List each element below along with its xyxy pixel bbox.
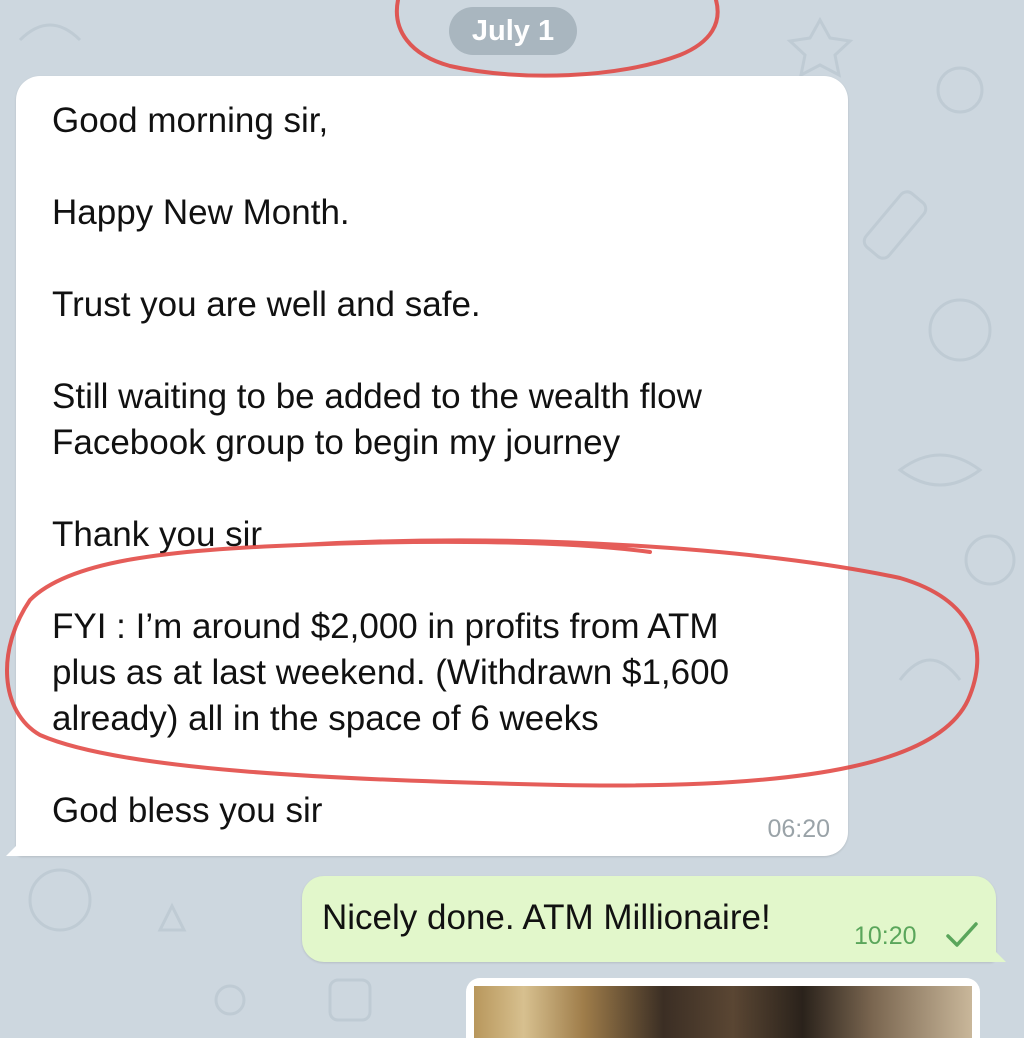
message-paragraph: FYI : I’m around $2,000 in profits from … — [52, 607, 730, 738]
photo-thumbnail[interactable] — [474, 986, 972, 1038]
outgoing-message-text: Nicely done. ATM Millionaire! — [322, 898, 771, 937]
photo-message[interactable] — [466, 978, 980, 1038]
message-timestamp: 06:20 — [767, 815, 830, 843]
bubble-tail — [990, 946, 1006, 962]
check-icon — [946, 922, 978, 947]
message-paragraph: God bless you sir — [52, 791, 323, 830]
bubble-tail — [6, 840, 22, 856]
message-paragraph: Still waiting to be added to the wealth … — [52, 377, 702, 462]
message-timestamp: 10:20 — [854, 922, 917, 950]
incoming-message-text: Good morning sir, Happy New Month. Trust… — [52, 98, 812, 834]
incoming-message-bubble[interactable]: Good morning sir, Happy New Month. Trust… — [6, 76, 848, 856]
message-paragraph: Trust you are well and safe. — [52, 285, 481, 324]
message-paragraph: Happy New Month. — [52, 193, 350, 232]
message-paragraph: Thank you sir — [52, 515, 263, 554]
date-separator: July 1 — [449, 7, 577, 55]
message-paragraph: Good morning sir, — [52, 101, 329, 140]
outgoing-message-bubble[interactable]: Nicely done. ATM Millionaire! 10:20 — [302, 876, 1006, 962]
